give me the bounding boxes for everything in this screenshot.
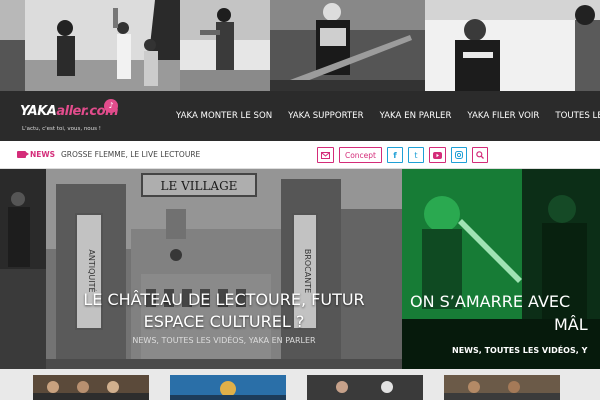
slide-main-caption: LE CHÂTEAU DE LECTOURE, FUTUR ESPACE CUL…	[46, 289, 402, 345]
banner-photo-2	[25, 0, 180, 91]
featured-slider: LE VILLAGE ANTIQUITÉ BROCANTE LE CHÂTEAU…	[0, 169, 600, 369]
logo-word-main: YAKA	[20, 104, 57, 119]
slide-photo-concert	[402, 169, 600, 369]
video-camera-icon	[17, 151, 29, 158]
thumbnail-3[interactable]	[307, 375, 423, 400]
slide-main-title-line1[interactable]: LE CHÂTEAU DE LECTOURE, FUTUR	[46, 289, 402, 311]
news-ticker-bar: NEWS GROSSE FLEMME, LE LIVE LECTOURE Con…	[0, 141, 600, 169]
youtube-icon[interactable]	[429, 147, 446, 163]
site-logo[interactable]: YAKAaller.com ♪ L'actu, c'est toi, vous,…	[16, 96, 126, 138]
slide-chateau-lectoure[interactable]: LE VILLAGE ANTIQUITÉ BROCANTE LE CHÂTEAU…	[46, 169, 402, 369]
slide-right-categories[interactable]: NEWS, TOUTES LES VIDÉOS, Y	[452, 346, 587, 355]
facebook-icon[interactable]: f	[387, 147, 403, 163]
nav-item-yaka-en-parler[interactable]: YAKA EN PARLER	[372, 111, 460, 121]
news-label: NEWS	[17, 150, 55, 159]
page: YAKAaller.com ♪ L'actu, c'est toi, vous,…	[0, 0, 600, 400]
concept-button[interactable]: Concept	[338, 147, 382, 163]
slide-main-categories[interactable]: NEWS, TOUTES LES VIDÉOS, YAKA EN PARLER	[46, 336, 402, 345]
news-label-text: NEWS	[30, 150, 56, 159]
thumbnail-1[interactable]	[33, 375, 149, 400]
banner-photo-5	[425, 0, 600, 91]
concept-label: Concept	[344, 150, 376, 160]
mail-icon[interactable]	[316, 147, 334, 163]
nav-item-yaka-supporter[interactable]: YAKA SUPPORTER	[280, 111, 371, 121]
slide-right-title-line2[interactable]: MÂL	[554, 315, 588, 334]
slide-previous-edge[interactable]	[0, 169, 46, 369]
nav-item-yaka-filer-voir[interactable]: YAKA FILER VOIR	[459, 111, 547, 121]
header-banner	[0, 0, 600, 91]
thumbnail-4[interactable]	[444, 375, 560, 400]
slide-on-samarre[interactable]: ON S’AMARRE AVEC MÂL NEWS, TOUTES LES VI…	[402, 169, 600, 369]
main-nav: YAKA MONTER LE SON YAKA SUPPORTER YAKA E…	[168, 91, 600, 141]
nav-item-toutes-les-videos[interactable]: TOUTES LES VIDÉOS	[547, 111, 600, 121]
thumbnail-strip	[0, 369, 600, 400]
twitter-icon[interactable]: t	[408, 147, 424, 163]
top-navigation-bar: YAKAaller.com ♪ L'actu, c'est toi, vous,…	[0, 91, 600, 141]
banner-photo-1	[0, 0, 25, 91]
ticker-headline[interactable]: GROSSE FLEMME, LE LIVE LECTOURE	[61, 150, 200, 159]
logo-music-icon: ♪	[104, 99, 118, 113]
slide-main-title-line2[interactable]: ESPACE CULTUREL ?	[46, 311, 402, 333]
slide-right-title-line1[interactable]: ON S’AMARRE AVEC	[410, 291, 570, 313]
banner-photo-4	[270, 0, 425, 91]
search-icon[interactable]	[472, 147, 488, 163]
banner-photo-3	[180, 0, 270, 91]
nav-item-yaka-monter-le-son[interactable]: YAKA MONTER LE SON	[168, 111, 280, 121]
logo-tagline: L'actu, c'est toi, vous, nous !	[22, 126, 101, 132]
thumbnail-2[interactable]	[170, 375, 286, 400]
social-toolbar: Concept f t	[316, 147, 488, 163]
instagram-icon[interactable]	[451, 147, 467, 163]
